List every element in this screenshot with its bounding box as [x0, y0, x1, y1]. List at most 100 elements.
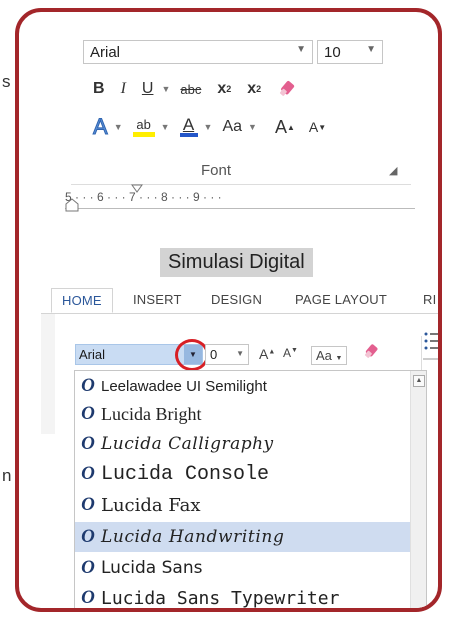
- font-size-value: 10: [324, 44, 341, 61]
- color-row: A ▼ ab ▼ A ▼ Aa ▼ A ▲ A ▼: [93, 114, 342, 140]
- edge-text-left: s: [2, 72, 11, 91]
- screenshot-frame: Arial ▼ 10 ▼ B I U ▼ abc x2 x2 A ▼ ab ▼ …: [15, 8, 442, 612]
- font-size-combo[interactable]: 10 ▼: [317, 40, 383, 64]
- tab-insert[interactable]: INSERT: [133, 292, 182, 307]
- font-list-item-label: Leelawadee UI Semilight: [101, 377, 267, 395]
- tab-stop-icon[interactable]: [65, 198, 79, 212]
- tab-page-layout[interactable]: PAGE LAYOUT: [295, 292, 387, 307]
- font-list-item[interactable]: O Lucida Bright: [75, 401, 411, 427]
- font-list-item-label: Lucida Sans: [101, 558, 203, 578]
- ribbon-font-size-combo[interactable]: 0 ▼: [205, 344, 249, 365]
- down-caret-icon: ▼: [318, 122, 327, 132]
- ribbon-tab-bar: HOME INSERT DESIGN PAGE LAYOUT RI: [41, 284, 438, 314]
- bullets-icon[interactable]: [423, 330, 441, 370]
- opentype-icon: O: [81, 463, 95, 484]
- opentype-icon: O: [81, 587, 95, 608]
- horizontal-ruler: 5 · · · 6 · · · 7 · · · 8 · · · 9 · · ·: [65, 184, 415, 214]
- chevron-down-icon[interactable]: ▼: [204, 122, 213, 132]
- up-caret-icon: ▲: [268, 348, 276, 356]
- font-list-item[interactable]: O Lucida Sans: [75, 555, 411, 581]
- font-name-combo[interactable]: Arial ▼: [83, 40, 313, 64]
- font-list-item-label: Lucida Calligraphy: [101, 434, 274, 454]
- font-list-item[interactable]: O Lucida Fax: [75, 492, 411, 518]
- font-dropdown-list: O Leelawadee UI Semilight O Lucida Brigh…: [74, 370, 427, 609]
- ribbon-grow-font-label: A: [259, 346, 269, 362]
- font-group-label: Font: [201, 162, 232, 179]
- opentype-icon: O: [81, 526, 95, 547]
- highlight-label: ab: [136, 116, 151, 132]
- tab-partial[interactable]: RI: [423, 292, 436, 307]
- font-list-item-label: Lucida Console: [101, 462, 270, 486]
- font-list-item[interactable]: O Lucida Calligraphy: [75, 431, 411, 457]
- annotation-circle: [175, 339, 209, 371]
- font-color-button[interactable]: A: [179, 115, 198, 137]
- superscript-button[interactable]: x2: [247, 80, 261, 98]
- font-list-item-label: Lucida Sans Typewriter: [101, 587, 340, 609]
- shrink-font-button[interactable]: A ▼: [309, 119, 326, 135]
- ribbon-shrink-font-button[interactable]: A▼: [283, 346, 298, 360]
- chevron-down-icon[interactable]: ▼: [161, 122, 170, 132]
- superscript-label: x: [247, 80, 257, 97]
- font-color-label: A: [182, 115, 195, 134]
- text-effects-button[interactable]: A: [93, 114, 109, 140]
- tab-design[interactable]: DESIGN: [211, 292, 262, 307]
- superscript-mark: 2: [256, 84, 262, 94]
- tab-home[interactable]: HOME: [51, 288, 113, 313]
- font-list-item[interactable]: O Lucida Sans Typewriter: [75, 585, 411, 609]
- chevron-down-icon[interactable]: ▼: [236, 349, 244, 358]
- ruler-baseline: [65, 208, 415, 209]
- ribbon-shrink-font-label: A: [283, 346, 292, 360]
- eraser-icon: [280, 81, 295, 96]
- subscript-button[interactable]: x2: [217, 80, 231, 98]
- ribbon-font-name-value: Arial: [79, 347, 106, 362]
- ribbon-font-size-value: 0: [210, 347, 218, 362]
- grow-font-button[interactable]: A ▲: [275, 117, 295, 138]
- font-list-item[interactable]: O Lucida Console: [75, 461, 411, 487]
- subscript-label: x: [217, 80, 227, 97]
- font-list-item[interactable]: O Leelawadee UI Semilight: [75, 373, 411, 399]
- scroll-up-icon[interactable]: ▲: [413, 375, 425, 387]
- chevron-down-icon[interactable]: ▼: [114, 122, 123, 132]
- highlight-swatch: [132, 131, 155, 137]
- font-color-swatch: [179, 133, 198, 137]
- grow-font-label: A: [274, 116, 287, 137]
- underline-button[interactable]: U: [142, 80, 154, 98]
- clear-formatting-button[interactable]: [277, 79, 299, 99]
- chevron-down-icon[interactable]: ▼: [366, 44, 376, 55]
- chevron-down-icon: ▼: [335, 355, 343, 362]
- ribbon-change-case-button[interactable]: Aa ▼: [311, 346, 348, 365]
- font-list-scrollbar[interactable]: ▲: [410, 371, 426, 608]
- font-group-panel: Arial ▼ 10 ▼ B I U ▼ abc x2 x2 A ▼ ab ▼ …: [71, 32, 411, 192]
- change-case-button[interactable]: Aa: [222, 118, 242, 136]
- chevron-down-icon[interactable]: ▼: [296, 44, 306, 55]
- font-list-item-label: Lucida Fax: [101, 494, 201, 516]
- strikethrough-button[interactable]: abc: [180, 82, 201, 97]
- clipboard-group-partial: [41, 314, 55, 434]
- subscript-mark: 2: [226, 84, 232, 94]
- opentype-icon: O: [81, 494, 95, 515]
- chevron-down-icon[interactable]: ▼: [248, 122, 257, 132]
- highlight-button[interactable]: ab: [132, 116, 155, 137]
- italic-button[interactable]: I: [121, 80, 126, 98]
- ribbon-eraser-icon[interactable]: [363, 342, 383, 362]
- edge-text-left-lower: n: [2, 466, 12, 485]
- ruler-ticks: 5 · · · 6 · · · 7 · · · 8 · · · 9 · · ·: [65, 190, 222, 204]
- ribbon-grow-font-button[interactable]: A▲: [259, 346, 275, 362]
- up-caret-icon: ▲: [286, 122, 295, 132]
- opentype-icon: O: [81, 403, 95, 424]
- formatting-row: B I U ▼ abc x2 x2: [93, 76, 315, 102]
- ribbon-change-case-label: Aa: [316, 348, 332, 363]
- opentype-icon: O: [81, 433, 95, 454]
- font-list-item-label: Lucida Bright: [101, 403, 202, 424]
- indent-marker-icon[interactable]: [131, 184, 143, 194]
- chevron-down-icon[interactable]: ▼: [161, 84, 170, 94]
- opentype-icon: O: [81, 375, 95, 396]
- font-list-item-label: Lucida Handwriting: [101, 527, 285, 547]
- font-list-item-highlighted[interactable]: O Lucida Handwriting: [75, 522, 411, 552]
- font-name-value: Arial: [90, 44, 121, 61]
- dialog-launcher-icon[interactable]: ◢: [389, 164, 397, 177]
- bold-button[interactable]: B: [93, 80, 105, 98]
- caption-label: Simulasi Digital: [160, 248, 313, 277]
- down-caret-icon: ▼: [291, 347, 298, 354]
- shrink-font-label: A: [308, 119, 319, 135]
